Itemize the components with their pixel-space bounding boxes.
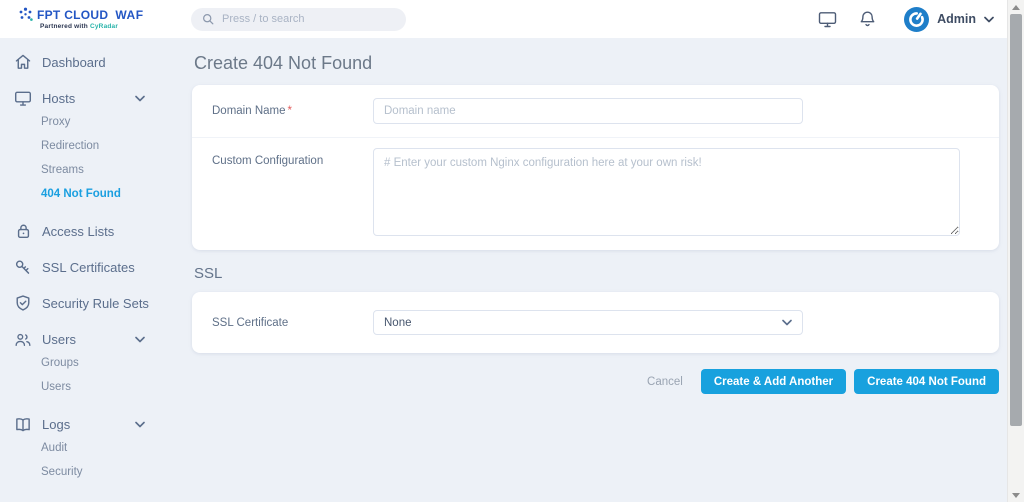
chevron-down-icon bbox=[135, 336, 145, 343]
sidebar-item-groups[interactable]: Groups bbox=[0, 351, 183, 375]
ssl-certificate-select[interactable]: None bbox=[373, 310, 803, 335]
chevron-down-icon bbox=[135, 95, 145, 102]
create-form-card: Domain Name* Custom Configuration bbox=[192, 85, 999, 250]
global-search[interactable] bbox=[191, 8, 406, 31]
ssl-card: SSL Certificate None bbox=[192, 292, 999, 353]
sidebar-item-dashboard[interactable]: Dashboard bbox=[0, 44, 183, 80]
sidebar-item-ssl-certificates[interactable]: SSL Certificates bbox=[0, 249, 183, 285]
page-title: Create 404 Not Found bbox=[192, 53, 999, 74]
custom-configuration-label: Custom Configuration bbox=[212, 155, 373, 167]
scrollbar[interactable] bbox=[1007, 0, 1024, 502]
sidebar-item-access-lists[interactable]: Access Lists bbox=[0, 213, 183, 249]
sidebar-item-security-rule-sets[interactable]: Security Rule Sets bbox=[0, 285, 183, 321]
domain-name-row: Domain Name* bbox=[192, 85, 999, 137]
search-icon bbox=[201, 12, 215, 26]
scroll-down-icon[interactable] bbox=[1008, 488, 1024, 502]
form-actions: Cancel Create & Add Another Create 404 N… bbox=[192, 369, 999, 394]
bell-icon[interactable] bbox=[859, 10, 876, 28]
brand-tagline: Partnered with CyRadar bbox=[18, 24, 183, 31]
monitor-icon bbox=[14, 89, 32, 107]
fpt-asterisk-icon bbox=[18, 7, 33, 22]
partner-name: CyRadar bbox=[90, 23, 118, 30]
ssl-section-title: SSL bbox=[194, 265, 999, 282]
sidebar-item-audit[interactable]: Audit bbox=[0, 436, 183, 460]
chevron-down-icon bbox=[782, 319, 792, 326]
main-content: Create 404 Not Found Domain Name* Custom… bbox=[183, 38, 1024, 502]
brand-logo[interactable]: FPT CLOUD WAF Partnered with CyRadar bbox=[18, 7, 183, 31]
sidebar-item-label: Access Lists bbox=[42, 224, 114, 239]
cancel-button[interactable]: Cancel bbox=[647, 376, 683, 388]
create-404-button[interactable]: Create 404 Not Found bbox=[854, 369, 999, 394]
chevron-down-icon bbox=[984, 16, 994, 23]
key-icon bbox=[14, 258, 32, 276]
account-menu[interactable]: Admin bbox=[904, 7, 994, 32]
top-bar: FPT CLOUD WAF Partnered with CyRadar bbox=[0, 0, 1024, 38]
sidebar-item-users-sub[interactable]: Users bbox=[0, 375, 183, 399]
sidebar-item-label: SSL Certificates bbox=[42, 260, 135, 275]
app-window: FPT CLOUD WAF Partnered with CyRadar bbox=[0, 0, 1024, 502]
create-add-another-button[interactable]: Create & Add Another bbox=[701, 369, 846, 394]
sidebar: Dashboard Hosts Proxy Redirection Stream… bbox=[0, 38, 183, 502]
home-icon bbox=[14, 53, 32, 71]
lock-icon bbox=[14, 222, 32, 240]
brand-name: FPT CLOUD bbox=[37, 9, 108, 21]
sidebar-item-proxy[interactable]: Proxy bbox=[0, 110, 183, 134]
custom-configuration-textarea[interactable] bbox=[373, 148, 960, 236]
ssl-certificate-label: SSL Certificate bbox=[212, 317, 373, 329]
display-icon[interactable] bbox=[818, 11, 837, 28]
sidebar-item-security[interactable]: Security bbox=[0, 460, 183, 484]
domain-name-label: Domain Name* bbox=[212, 105, 373, 117]
account-name: Admin bbox=[937, 12, 976, 26]
ssl-certificate-row: SSL Certificate None bbox=[192, 292, 999, 353]
book-icon bbox=[14, 415, 32, 433]
brand-product: WAF bbox=[115, 9, 143, 21]
hosts-submenu: Proxy Redirection Streams 404 Not Found bbox=[0, 110, 183, 206]
sidebar-item-redirection[interactable]: Redirection bbox=[0, 134, 183, 158]
sidebar-item-label: Users bbox=[42, 332, 76, 347]
users-icon bbox=[14, 330, 32, 348]
sidebar-item-streams[interactable]: Streams bbox=[0, 158, 183, 182]
shield-check-icon bbox=[14, 294, 32, 312]
sidebar-item-label: Logs bbox=[42, 417, 70, 432]
users-submenu: Groups Users bbox=[0, 351, 183, 399]
scrollbar-thumb[interactable] bbox=[1010, 14, 1022, 426]
scroll-up-icon[interactable] bbox=[1008, 0, 1024, 14]
sidebar-item-404-not-found[interactable]: 404 Not Found bbox=[0, 182, 183, 206]
logs-submenu: Audit Security bbox=[0, 436, 183, 484]
domain-name-input[interactable] bbox=[373, 98, 803, 124]
chevron-down-icon bbox=[135, 421, 145, 428]
ssl-certificate-value: None bbox=[384, 317, 412, 329]
sidebar-item-label: Security Rule Sets bbox=[42, 296, 149, 311]
avatar bbox=[904, 7, 929, 32]
scrollbar-track[interactable] bbox=[1008, 14, 1024, 488]
custom-configuration-row: Custom Configuration bbox=[192, 137, 999, 250]
search-input[interactable] bbox=[222, 13, 396, 25]
sidebar-item-label: Hosts bbox=[42, 91, 75, 106]
required-marker: * bbox=[288, 105, 292, 117]
sidebar-item-label: Dashboard bbox=[42, 55, 106, 70]
